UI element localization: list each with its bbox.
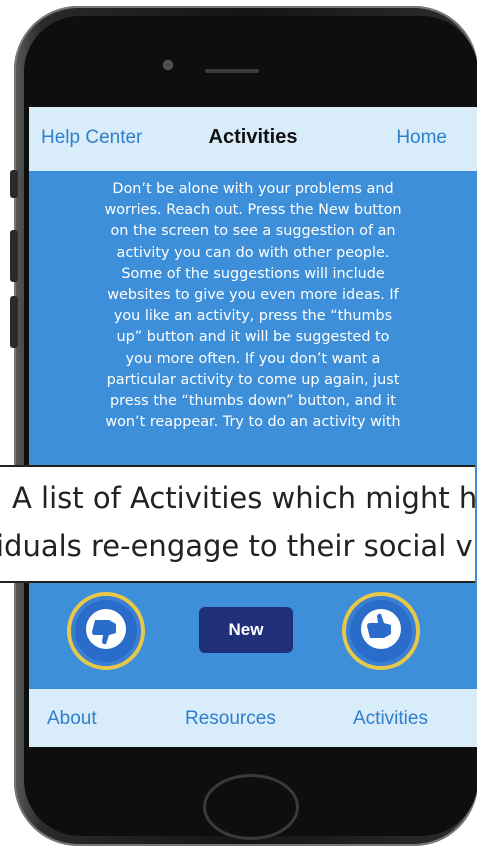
new-suggestion-button[interactable]: New bbox=[199, 607, 293, 653]
volume-down-button bbox=[10, 296, 18, 348]
nav-header: Activities Help Center Home bbox=[29, 107, 477, 171]
tab-resources[interactable]: Resources bbox=[185, 708, 276, 730]
home-link[interactable]: Home bbox=[396, 127, 447, 149]
help-center-link[interactable]: Help Center bbox=[41, 127, 142, 149]
instructions-line: press the “thumbs down” button, and it bbox=[110, 393, 396, 410]
instructions-line: you like an activity, press the “thumbs bbox=[113, 308, 393, 325]
mute-switch bbox=[10, 170, 18, 198]
earpiece-speaker bbox=[205, 69, 259, 73]
thumbs-up-button[interactable] bbox=[342, 592, 420, 670]
caption-line-1: A list of Activities which might h bbox=[12, 481, 475, 515]
caption-line-2: iduals re-engage to their social v bbox=[0, 529, 473, 563]
instructions-line: Don’t be alone with your problems and bbox=[112, 181, 394, 197]
app-screen: Activities Help Center Home Don’t be alo… bbox=[29, 107, 477, 747]
thumbs-up-icon bbox=[358, 606, 404, 657]
tab-about[interactable]: About bbox=[47, 708, 97, 730]
instructions-line: worries. Reach out. Press the New button bbox=[104, 202, 402, 219]
instructions-line: won’t reappear. Try to do an activity wi… bbox=[105, 414, 401, 431]
instructions-line: websites to give you even more ideas. If bbox=[107, 287, 399, 304]
instructions-text: Don’t be alone with your problems and wo… bbox=[57, 179, 449, 433]
instructions-line: on the screen to see a suggestion of an bbox=[110, 223, 396, 240]
front-camera bbox=[163, 60, 173, 70]
instructions-line: up” button and it will be suggested to bbox=[116, 329, 390, 346]
instructions-line: you more often. If you don’t want a bbox=[125, 350, 381, 367]
caption-banner: A list of Activities which might h idual… bbox=[0, 465, 475, 583]
thumbs-down-button[interactable] bbox=[67, 592, 145, 670]
bottom-tab-bar: About Resources Activities bbox=[29, 689, 477, 747]
instructions-line: Some of the suggestions will include bbox=[121, 265, 385, 282]
instructions-line: activity you can do with other people. bbox=[116, 244, 390, 261]
instructions-line: particular activity to come up again, ju… bbox=[106, 371, 400, 388]
volume-up-button bbox=[10, 230, 18, 282]
tab-activities[interactable]: Activities bbox=[353, 708, 428, 730]
home-hardware-button[interactable] bbox=[203, 774, 299, 840]
thumbs-down-icon bbox=[83, 606, 129, 657]
